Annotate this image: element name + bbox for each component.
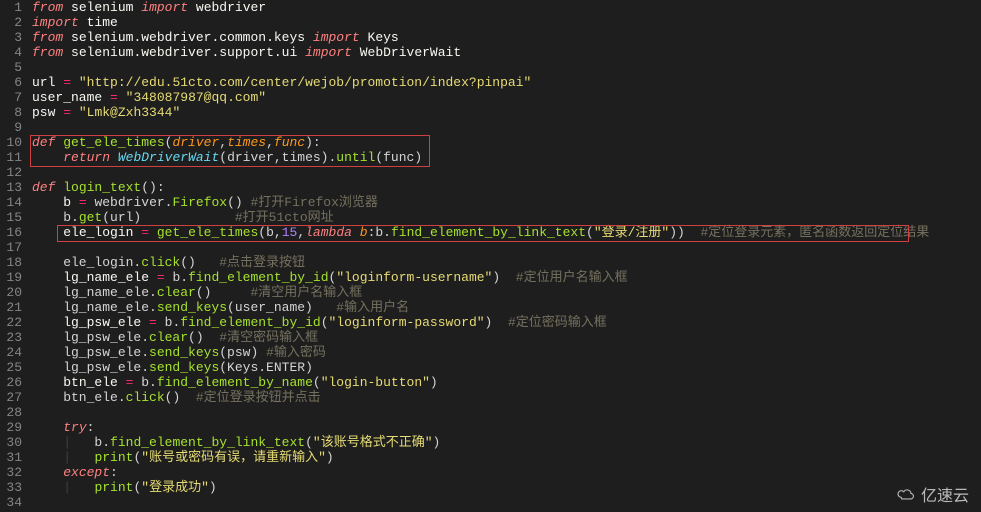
- line-number: 11: [0, 150, 22, 165]
- code-editor[interactable]: 1234567891011121314151617181920212223242…: [0, 0, 981, 512]
- code-line[interactable]: lg_psw_ele = b.find_element_by_id("login…: [32, 315, 981, 330]
- code-line[interactable]: user_name = "348087987@qq.com": [32, 90, 981, 105]
- code-line[interactable]: def login_text():: [32, 180, 981, 195]
- watermark: 亿速云: [895, 482, 969, 506]
- code-line[interactable]: [32, 60, 981, 75]
- line-number: 6: [0, 75, 22, 90]
- line-number: 28: [0, 405, 22, 420]
- code-line[interactable]: [32, 165, 981, 180]
- line-number: 4: [0, 45, 22, 60]
- code-line[interactable]: from selenium.webdriver.common.keys impo…: [32, 30, 981, 45]
- line-number: 21: [0, 300, 22, 315]
- cloud-icon: [895, 487, 917, 501]
- code-line[interactable]: import time: [32, 15, 981, 30]
- code-line[interactable]: b = webdriver.Firefox() #打开Firefox浏览器: [32, 195, 981, 210]
- code-line[interactable]: ele_login = get_ele_times(b,15,lambda b:…: [32, 225, 981, 240]
- code-line[interactable]: lg_name_ele.clear() #清空用户名输入框: [32, 285, 981, 300]
- code-line[interactable]: lg_psw_ele.send_keys(Keys.ENTER): [32, 360, 981, 375]
- code-line[interactable]: | print("登录成功"): [32, 480, 981, 495]
- line-number: 30: [0, 435, 22, 450]
- line-number-gutter: 1234567891011121314151617181920212223242…: [0, 0, 28, 512]
- line-number: 2: [0, 15, 22, 30]
- code-line[interactable]: btn_ele = b.find_element_by_name("login-…: [32, 375, 981, 390]
- line-number: 32: [0, 465, 22, 480]
- code-line[interactable]: psw = "Lmk@Zxh3344": [32, 105, 981, 120]
- code-line[interactable]: return WebDriverWait(driver,times).until…: [32, 150, 981, 165]
- code-line[interactable]: lg_psw_ele.clear() #清空密码输入框: [32, 330, 981, 345]
- line-number: 29: [0, 420, 22, 435]
- code-line[interactable]: def get_ele_times(driver,times,func):: [32, 135, 981, 150]
- code-line[interactable]: lg_name_ele.send_keys(user_name) #输入用户名: [32, 300, 981, 315]
- code-line[interactable]: lg_name_ele = b.find_element_by_id("logi…: [32, 270, 981, 285]
- code-line[interactable]: from selenium import webdriver: [32, 0, 981, 15]
- code-line[interactable]: btn_ele.click() #定位登录按钮并点击: [32, 390, 981, 405]
- line-number: 7: [0, 90, 22, 105]
- line-number: 15: [0, 210, 22, 225]
- code-line[interactable]: from selenium.webdriver.support.ui impor…: [32, 45, 981, 60]
- code-line[interactable]: lg_psw_ele.send_keys(psw) #输入密码: [32, 345, 981, 360]
- line-number: 20: [0, 285, 22, 300]
- line-number: 17: [0, 240, 22, 255]
- line-number: 8: [0, 105, 22, 120]
- line-number: 5: [0, 60, 22, 75]
- line-number: 19: [0, 270, 22, 285]
- line-number: 23: [0, 330, 22, 345]
- line-number: 26: [0, 375, 22, 390]
- code-line[interactable]: [32, 240, 981, 255]
- line-number: 22: [0, 315, 22, 330]
- code-line[interactable]: | b.find_element_by_link_text("该账号格式不正确"…: [32, 435, 981, 450]
- line-number: 9: [0, 120, 22, 135]
- line-number: 27: [0, 390, 22, 405]
- line-number: 16: [0, 225, 22, 240]
- code-line[interactable]: [32, 120, 981, 135]
- code-line[interactable]: | print("账号或密码有误，请重新输入"): [32, 450, 981, 465]
- line-number: 1: [0, 0, 22, 15]
- line-number: 33: [0, 480, 22, 495]
- code-line[interactable]: b.get(url) #打开51cto网址: [32, 210, 981, 225]
- line-number: 10: [0, 135, 22, 150]
- line-number: 18: [0, 255, 22, 270]
- line-number: 31: [0, 450, 22, 465]
- code-line[interactable]: [32, 405, 981, 420]
- watermark-text: 亿速云: [921, 482, 969, 506]
- line-number: 12: [0, 165, 22, 180]
- line-number: 34: [0, 495, 22, 510]
- code-line[interactable]: try:: [32, 420, 981, 435]
- code-line[interactable]: except:: [32, 465, 981, 480]
- code-line[interactable]: url = "http://edu.51cto.com/center/wejob…: [32, 75, 981, 90]
- line-number: 13: [0, 180, 22, 195]
- line-number: 3: [0, 30, 22, 45]
- line-number: 14: [0, 195, 22, 210]
- code-line[interactable]: ele_login.click() #点击登录按钮: [32, 255, 981, 270]
- line-number: 25: [0, 360, 22, 375]
- line-number: 24: [0, 345, 22, 360]
- code-area[interactable]: from selenium import webdriverimport tim…: [28, 0, 981, 512]
- code-line[interactable]: [32, 495, 981, 510]
